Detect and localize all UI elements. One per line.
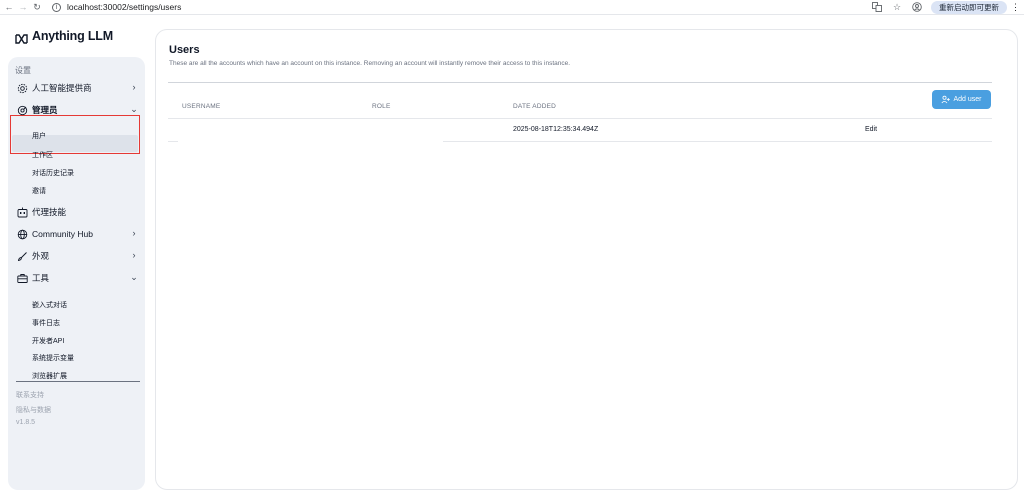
admin-icon xyxy=(16,104,28,116)
settings-panel: 设置 人工智能提供商 › 管理员 ⌄ 用户 工作区 对话历史记录 邀请 代理技能… xyxy=(8,57,145,490)
user-plus-icon xyxy=(941,95,951,104)
cell-date-added: 2025-08-18T12:35:34.494Z xyxy=(513,126,599,133)
sidebar-item-label: Community Hub xyxy=(32,229,93,239)
section-label: 设置 xyxy=(15,66,31,75)
globe-icon xyxy=(16,228,28,240)
sidebar: Anything LLM 设置 人工智能提供商 › 管理员 ⌄ 用户 工作区 对… xyxy=(0,15,150,490)
sidebar-subitem-users[interactable]: 用户 xyxy=(32,129,46,143)
chevron-right-icon: › xyxy=(132,228,136,238)
sidebar-subitem-developer-api[interactable]: 开发者API xyxy=(32,334,64,348)
sidebar-subitem-embed-chat[interactable]: 嵌入式对话 xyxy=(32,298,67,312)
chevron-down-icon: ⌄ xyxy=(130,104,138,114)
star-icon[interactable]: ☆ xyxy=(891,2,903,13)
translate-icon[interactable] xyxy=(871,1,883,14)
sidebar-item-label: 管理员 xyxy=(32,105,58,115)
more-menu-icon[interactable]: ⋮ xyxy=(1011,2,1020,13)
profile-icon[interactable] xyxy=(911,1,923,14)
add-user-button[interactable]: Add user xyxy=(932,90,991,109)
title-divider xyxy=(168,82,992,83)
sidebar-item-admin[interactable]: 管理员 ⌄ xyxy=(16,101,139,119)
logo-icon xyxy=(15,31,28,44)
sidebar-item-ai-providers[interactable]: 人工智能提供商 › xyxy=(16,79,139,97)
page-title: Users xyxy=(169,44,200,56)
sidebar-item-tools[interactable]: 工具 ⌄ xyxy=(16,269,139,287)
chevron-right-icon: › xyxy=(132,250,136,260)
page-description: These are all the accounts which have an… xyxy=(169,60,571,67)
sidebar-item-label: 外观 xyxy=(32,251,50,261)
sidebar-item-label: 人工智能提供商 xyxy=(32,83,92,93)
column-header-date-added: DATE ADDED xyxy=(513,103,557,110)
gear-icon xyxy=(16,82,28,94)
brand-logo[interactable]: Anything LLM xyxy=(15,29,113,44)
sidebar-subitem-chat-history[interactable]: 对话历史记录 xyxy=(32,166,74,180)
address-bar[interactable]: i localhost:30002/settings/users xyxy=(52,0,852,15)
brand-name: Anything LLM xyxy=(32,29,113,43)
privacy-link[interactable]: 隐私与数据 xyxy=(16,405,51,415)
column-header-role: ROLE xyxy=(372,103,391,110)
users-page: Users These are all the accounts which h… xyxy=(155,29,1018,490)
sidebar-subitem-invites[interactable]: 邀请 xyxy=(32,184,46,198)
column-header-username: USERNAME xyxy=(182,103,221,110)
sidebar-item-agent-skills[interactable]: 代理技能 xyxy=(16,203,139,221)
toolbox-icon xyxy=(16,272,28,284)
sidebar-item-label: 工具 xyxy=(32,273,50,283)
contact-support-link[interactable]: 联系支持 xyxy=(16,390,44,400)
sidebar-divider xyxy=(16,381,140,382)
reload-icon[interactable]: ↻ xyxy=(30,2,44,13)
edit-user-button[interactable]: Edit xyxy=(865,126,877,133)
sidebar-subitem-event-logs[interactable]: 事件日志 xyxy=(32,316,60,330)
update-button[interactable]: 重新启动即可更新 xyxy=(931,1,1007,14)
forward-icon[interactable]: → xyxy=(16,2,30,12)
add-user-label: Add user xyxy=(953,96,982,103)
robot-icon xyxy=(16,206,28,218)
url-text: localhost:30002/settings/users xyxy=(67,2,182,12)
highlight-frame xyxy=(10,115,140,154)
version-label: v1.8.5 xyxy=(16,419,36,426)
sidebar-item-community-hub[interactable]: Community Hub › xyxy=(16,225,139,243)
table-header-border xyxy=(168,118,992,119)
sidebar-item-appearance[interactable]: 外观 › xyxy=(16,247,139,265)
browser-toolbar: ← → ↻ i localhost:30002/settings/users ☆… xyxy=(0,0,1024,15)
back-icon[interactable]: ← xyxy=(2,2,16,12)
sidebar-item-label: 代理技能 xyxy=(32,207,67,217)
sidebar-subitem-system-prompt-variables[interactable]: 系统提示变量 xyxy=(32,351,74,365)
brush-icon xyxy=(16,250,28,262)
chevron-down-icon: ⌄ xyxy=(130,272,138,282)
sidebar-subitem-workspaces[interactable]: 工作区 xyxy=(32,148,53,162)
info-icon[interactable]: i xyxy=(52,2,61,12)
table-row-border xyxy=(168,141,178,142)
chevron-right-icon: › xyxy=(132,82,136,92)
table-row-border xyxy=(443,141,992,142)
